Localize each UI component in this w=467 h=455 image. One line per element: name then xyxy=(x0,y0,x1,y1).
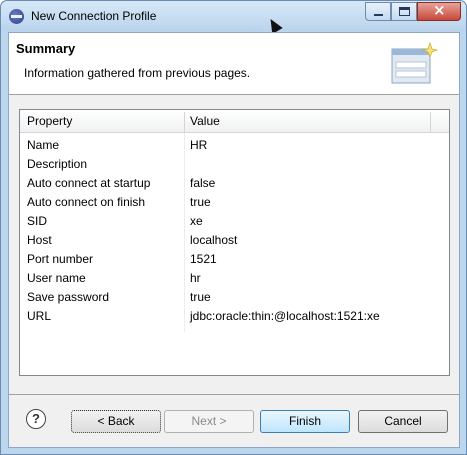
dialog-client-area: Summary Information gathered from previo… xyxy=(8,32,460,448)
property-cell: Name xyxy=(27,138,60,152)
new-connection-profile-window: New Connection Profile × Summary Informa… xyxy=(0,0,467,455)
wizard-header: Summary Information gathered from previo… xyxy=(9,33,459,95)
value-cell: hr xyxy=(190,271,201,285)
maximize-button[interactable] xyxy=(391,2,417,21)
column-header-value[interactable]: Value xyxy=(190,114,220,128)
table-row[interactable]: Port number 1521 xyxy=(20,250,449,269)
value-cell: false xyxy=(190,176,216,190)
window-title: New Connection Profile xyxy=(31,9,157,23)
value-cell: jdbc:oracle:thin:@localhost:1521:xe xyxy=(190,309,380,323)
value-cell: localhost xyxy=(190,233,238,247)
table-row[interactable]: SID xe xyxy=(20,212,449,231)
property-cell: SID xyxy=(27,214,48,228)
page-description: Information gathered from previous pages… xyxy=(24,66,251,80)
footer-divider xyxy=(9,394,459,395)
value-cell: HR xyxy=(190,138,208,152)
next-button[interactable]: Next > xyxy=(164,410,254,433)
table-row[interactable]: Auto connect at startup false xyxy=(20,174,449,193)
value-cell: xe xyxy=(190,214,203,228)
minimize-icon xyxy=(374,14,383,16)
close-button[interactable]: × xyxy=(417,1,461,21)
value-cell: 1521 xyxy=(190,252,217,266)
column-divider[interactable] xyxy=(184,112,185,132)
property-cell: Description xyxy=(27,157,88,171)
property-cell: Host xyxy=(27,233,52,247)
property-cell: URL xyxy=(27,309,52,323)
table-row[interactable]: Auto connect on finish true xyxy=(20,193,449,212)
back-button[interactable]: < Back xyxy=(71,410,161,433)
close-icon: × xyxy=(433,1,446,19)
eclipse-app-icon xyxy=(9,9,24,24)
minimize-button[interactable] xyxy=(365,2,391,21)
property-cell: Port number xyxy=(27,252,94,266)
table-row[interactable]: Host localhost xyxy=(20,231,449,250)
maximize-icon xyxy=(399,7,410,16)
finish-button[interactable]: Finish xyxy=(260,410,350,433)
property-cell: Auto connect on finish xyxy=(27,195,146,209)
page-title: Summary xyxy=(16,41,76,56)
table-row[interactable]: User name hr xyxy=(20,269,449,288)
table-row[interactable]: Description xyxy=(20,155,449,174)
column-divider[interactable] xyxy=(430,112,431,132)
cancel-button[interactable]: Cancel xyxy=(358,410,448,433)
title-bar[interactable]: New Connection Profile × xyxy=(1,1,466,35)
table-row[interactable]: URL jdbc:oracle:thin:@localhost:1521:xe xyxy=(20,307,449,326)
table-row[interactable]: Save password true xyxy=(20,288,449,307)
property-cell: User name xyxy=(27,271,86,285)
column-header-property[interactable]: Property xyxy=(27,114,72,128)
property-cell: Save password xyxy=(27,290,110,304)
new-connection-wizard-icon xyxy=(391,41,438,84)
help-button[interactable]: ? xyxy=(26,409,46,429)
value-cell: true xyxy=(190,195,211,209)
property-cell: Auto connect at startup xyxy=(27,176,151,190)
value-cell: true xyxy=(190,290,211,304)
table-row[interactable]: Name HR xyxy=(20,136,449,155)
table-header: Property Value xyxy=(20,110,449,133)
summary-table[interactable]: Property Value Name HR Description Auto … xyxy=(19,109,450,376)
